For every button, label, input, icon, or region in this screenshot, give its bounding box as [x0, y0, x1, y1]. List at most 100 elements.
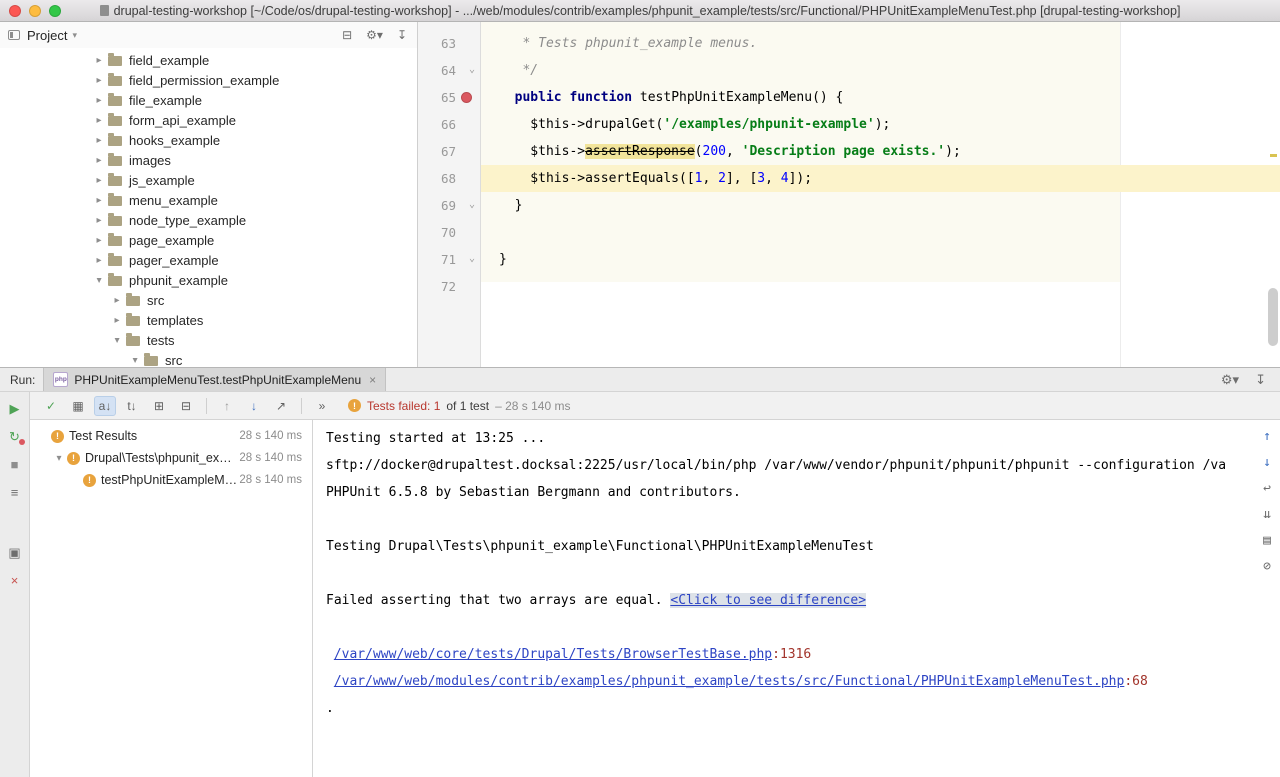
tree-item-js_example[interactable]: ▸js_example [0, 170, 417, 190]
tree-item-page_example[interactable]: ▸page_example [0, 230, 417, 250]
tree-item-label: menu_example [129, 193, 218, 208]
chevron-down-icon[interactable]: ▾ [52, 453, 66, 464]
chevron-right-icon[interactable]: ▸ [110, 315, 124, 326]
test-name-label: Drupal\Tests\phpunit_ex… [85, 451, 232, 465]
sort-by-duration-icon[interactable]: t↓ [121, 396, 143, 416]
chevron-down-icon[interactable]: ▸ [130, 353, 141, 367]
to-previous-icon[interactable]: ↑ [1259, 428, 1275, 444]
print-icon[interactable]: ▤ [1259, 532, 1275, 548]
collapse-all-icon[interactable]: ⊟ [175, 396, 197, 416]
chevron-right-icon[interactable]: ▸ [92, 75, 106, 86]
code-line[interactable]: $this->assertEquals([1, 2], [3, 4]); [481, 165, 1280, 192]
console-toolbar: ↑ ↓ ↩ ⇊ ▤ ⊘ [1259, 428, 1275, 574]
fold-icon[interactable]: ⌄ [469, 56, 475, 83]
minimize-window-button[interactable] [29, 5, 41, 17]
project-header-label[interactable]: Project [27, 28, 67, 43]
close-icon[interactable]: × [6, 572, 24, 589]
chevron-right-icon[interactable]: ▸ [92, 135, 106, 146]
close-tab-icon[interactable]: × [369, 373, 376, 387]
code-line[interactable]: $this->drupalGet('/examples/phpunit-exam… [481, 111, 1280, 138]
hide-panel-icon[interactable]: ↧ [397, 28, 407, 42]
test-history-icon[interactable]: ≡ [6, 484, 24, 501]
tree-item-field_example[interactable]: ▸field_example [0, 50, 417, 70]
console-link[interactable]: /var/www/web/modules/contrib/examples/ph… [334, 674, 1125, 689]
tree-item-field_permission_example[interactable]: ▸field_permission_example [0, 70, 417, 90]
line-number: 68 [418, 165, 456, 192]
run-tool-window-label: Run: [10, 373, 35, 387]
tree-item-hooks_example[interactable]: ▸hooks_example [0, 130, 417, 150]
chevron-right-icon[interactable]: ▸ [92, 155, 106, 166]
sort-alphabetically-icon[interactable]: a↓ [94, 396, 116, 416]
settings-gear-icon[interactable]: ⚙▾ [366, 28, 383, 42]
previous-failed-test-icon[interactable]: ↑ [216, 396, 238, 416]
tree-item-src[interactable]: ▸src [0, 350, 417, 367]
chevron-down-icon[interactable]: ▸ [112, 333, 123, 347]
show-passed-icon[interactable]: ✓ [40, 396, 62, 416]
test-tree-item[interactable]: !Test Results28 s 140 ms [30, 425, 312, 447]
code-line[interactable]: */ [481, 57, 1280, 84]
tree-item-phpunit_example[interactable]: ▸phpunit_example [0, 270, 417, 290]
fold-icon[interactable]: ⌄ [469, 245, 475, 272]
tree-item-images[interactable]: ▸images [0, 150, 417, 170]
tree-item-templates[interactable]: ▸templates [0, 310, 417, 330]
restore-layout-icon[interactable]: ▣ [6, 544, 24, 561]
test-failed-gutter-icon[interactable] [461, 92, 472, 103]
clear-console-icon[interactable]: ⊘ [1259, 558, 1275, 574]
code-line[interactable]: * Tests phpunit_example menus. [481, 30, 1280, 57]
test-console-icon[interactable]: ▦ [67, 396, 89, 416]
collapse-all-icon[interactable]: ⊟ [342, 28, 352, 42]
rerun-failed-tests-icon[interactable]: ↻ [6, 428, 24, 445]
tree-item-pager_example[interactable]: ▸pager_example [0, 250, 417, 270]
chevron-right-icon[interactable]: ▸ [92, 235, 106, 246]
chevron-right-icon[interactable]: ▸ [92, 215, 106, 226]
more-options-icon[interactable]: » [311, 396, 333, 416]
run-icon[interactable]: ▶ [6, 400, 24, 417]
console-link[interactable]: <Click to see difference> [670, 593, 866, 608]
chevron-down-icon[interactable]: ▾ [72, 30, 77, 41]
tree-item-node_type_example[interactable]: ▸node_type_example [0, 210, 417, 230]
tree-item-src[interactable]: ▸src [0, 290, 417, 310]
run-tabrow-actions: ⚙▾ ↧ [1221, 372, 1280, 388]
tree-item-file_example[interactable]: ▸file_example [0, 90, 417, 110]
warning-stripe-mark[interactable] [1270, 154, 1277, 157]
run-tab[interactable]: php PHPUnitExampleMenuTest.testPhpUnitEx… [43, 368, 386, 391]
chevron-right-icon[interactable]: ▸ [92, 195, 106, 206]
settings-gear-icon[interactable]: ⚙▾ [1221, 372, 1239, 388]
tree-item-form_api_example[interactable]: ▸form_api_example [0, 110, 417, 130]
console-text: . [326, 701, 334, 716]
zoom-window-button[interactable] [49, 5, 61, 17]
console-link[interactable]: /var/www/web/core/tests/Drupal/Tests/Bro… [334, 647, 772, 662]
hide-panel-icon[interactable]: ↧ [1255, 372, 1266, 388]
chevron-right-icon[interactable]: ▸ [92, 55, 106, 66]
tree-item-menu_example[interactable]: ▸ menu_example [0, 190, 417, 210]
chevron-right-icon[interactable]: ▸ [92, 175, 106, 186]
expand-all-icon[interactable]: ⊞ [148, 396, 170, 416]
gutter-row: 68 [418, 165, 480, 192]
tree-item-tests[interactable]: ▸tests [0, 330, 417, 350]
code-line[interactable]: $this->assertResponse(200, 'Description … [481, 138, 1280, 165]
chevron-right-icon[interactable]: ▸ [92, 115, 106, 126]
test-tree-item[interactable]: ▾!Drupal\Tests\phpunit_ex…28 s 140 ms [30, 447, 312, 469]
code-line[interactable]: public function testPhpUnitExampleMenu()… [481, 84, 1280, 111]
test-tree-item[interactable]: !testPhpUnitExampleM…28 s 140 ms [30, 469, 312, 491]
code-line[interactable]: } [481, 246, 1280, 273]
chevron-down-icon[interactable]: ▸ [94, 273, 105, 287]
soft-wrap-icon[interactable]: ↩ [1259, 480, 1275, 496]
editor-code-area[interactable]: * Tests phpunit_example menus. */ public… [481, 22, 1280, 367]
close-window-button[interactable] [9, 5, 21, 17]
code-line[interactable] [481, 273, 1280, 300]
chevron-right-icon[interactable]: ▸ [110, 295, 124, 306]
scroll-to-end-icon[interactable]: ⇊ [1259, 506, 1275, 522]
test-toolbar-icons: ✓▦a↓t↓⊞⊟ ↑↓↗ » [40, 396, 333, 416]
chevron-right-icon[interactable]: ▸ [92, 255, 106, 266]
next-failed-test-icon[interactable]: ↓ [243, 396, 265, 416]
editor-scrollbar[interactable] [1268, 288, 1278, 346]
chevron-right-icon[interactable]: ▸ [92, 95, 106, 106]
stop-icon[interactable]: ■ [6, 456, 24, 473]
code-line[interactable]: } [481, 192, 1280, 219]
jump-to-source-icon[interactable]: ↗ [270, 396, 292, 416]
to-next-icon[interactable]: ↓ [1259, 454, 1275, 470]
code-line[interactable] [481, 219, 1280, 246]
fold-icon[interactable]: ⌄ [469, 191, 475, 218]
line-number: 69 [418, 192, 456, 219]
